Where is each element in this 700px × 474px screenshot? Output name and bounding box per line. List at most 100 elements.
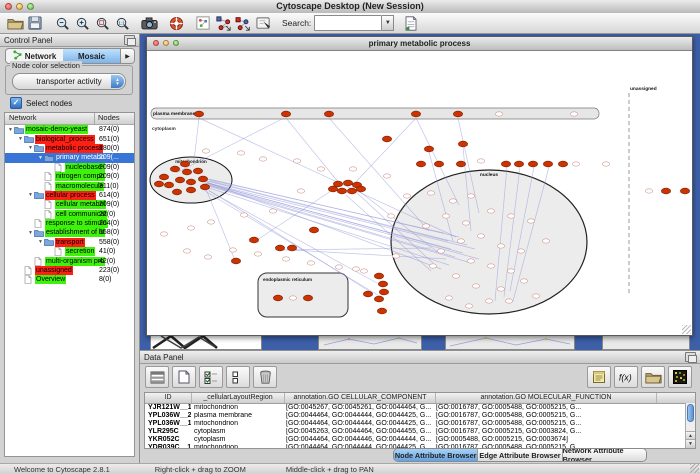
zoom-out-icon[interactable] bbox=[52, 14, 72, 33]
expand-arrow-icon[interactable]: ▼ bbox=[27, 145, 34, 151]
network-node[interactable] bbox=[487, 264, 494, 268]
tree-row[interactable]: ▼primary metabo209(... bbox=[5, 153, 134, 162]
background-window-fragment[interactable] bbox=[445, 334, 575, 350]
grid-icon[interactable] bbox=[145, 366, 169, 388]
tree-row[interactable]: ▼metabolic process280(0) bbox=[5, 144, 134, 153]
background-window-fragment[interactable] bbox=[602, 334, 690, 350]
tree-row[interactable]: response to stimulu264(0) bbox=[5, 219, 134, 228]
network-node[interactable] bbox=[422, 224, 429, 228]
table-row[interactable]: YPL036W__1mitochondrion[GO:0044464, GO:0… bbox=[145, 420, 695, 428]
scrollbar-thumb[interactable] bbox=[687, 404, 694, 422]
network-node[interactable] bbox=[505, 299, 512, 303]
network-node[interactable] bbox=[429, 264, 436, 268]
camera-icon[interactable] bbox=[139, 14, 159, 33]
column-header[interactable]: annotation.GO CELLULAR_COMPONENT bbox=[285, 393, 436, 403]
new-document-icon[interactable] bbox=[172, 366, 196, 388]
float-panel-icon[interactable] bbox=[124, 35, 135, 45]
network-node-selected[interactable] bbox=[281, 111, 290, 117]
region-plasma-membrane[interactable] bbox=[151, 108, 599, 119]
network-node-selected[interactable] bbox=[182, 169, 191, 175]
table-row[interactable]: YLR295Ccytoplasm[GO:0045263, GO:0044464,… bbox=[145, 428, 695, 436]
search-input[interactable] bbox=[314, 15, 382, 31]
network-node[interactable] bbox=[472, 284, 479, 288]
region-nucleus[interactable] bbox=[391, 170, 587, 314]
network-node-selected[interactable] bbox=[680, 188, 689, 194]
network-node[interactable] bbox=[542, 239, 549, 243]
network-node-selected[interactable] bbox=[170, 166, 179, 172]
tree-row[interactable]: macromolecule311(0) bbox=[5, 181, 134, 190]
network-node[interactable] bbox=[317, 167, 324, 171]
open-folder-icon[interactable] bbox=[641, 366, 665, 388]
network-node-selected[interactable] bbox=[275, 245, 284, 251]
network-node[interactable] bbox=[437, 249, 444, 253]
network-node-selected[interactable] bbox=[661, 188, 670, 194]
tree-row[interactable]: multi-organism pro42(0) bbox=[5, 256, 134, 265]
tree-row[interactable]: ▼cellular process614(0) bbox=[5, 191, 134, 200]
background-window-fragment[interactable] bbox=[150, 334, 262, 350]
network-edge[interactable] bbox=[286, 118, 339, 183]
window-resize-grip[interactable] bbox=[682, 325, 691, 334]
tree-row[interactable]: ▼transport558(0) bbox=[5, 238, 134, 247]
select-nodes-checkbox[interactable]: ✓ bbox=[10, 97, 22, 109]
network-node[interactable] bbox=[572, 162, 579, 166]
expand-arrow-icon[interactable]: ▼ bbox=[27, 230, 34, 236]
network-layout-alt-icon[interactable] bbox=[233, 14, 253, 33]
network-node-selected[interactable] bbox=[356, 186, 365, 192]
network-node-selected[interactable] bbox=[333, 181, 342, 187]
trash-icon[interactable] bbox=[253, 366, 277, 388]
tree-row[interactable]: unassigned223(0) bbox=[5, 266, 134, 275]
network-edge[interactable] bbox=[176, 118, 284, 173]
network-node-selected[interactable] bbox=[377, 308, 386, 314]
network-node-selected[interactable] bbox=[309, 227, 318, 233]
network-node[interactable] bbox=[282, 257, 289, 261]
tree-row[interactable]: ▼establishment of lo558(0) bbox=[5, 228, 134, 237]
network-node-selected[interactable] bbox=[324, 111, 333, 117]
network-node[interactable] bbox=[507, 269, 514, 273]
network-node-selected[interactable] bbox=[193, 168, 202, 174]
network-layout-icon[interactable] bbox=[213, 14, 233, 33]
network-node[interactable] bbox=[207, 220, 214, 224]
network-node[interactable] bbox=[497, 287, 504, 291]
network-node[interactable] bbox=[570, 112, 577, 116]
network-node-selected[interactable] bbox=[186, 179, 195, 185]
network-node[interactable] bbox=[202, 149, 209, 153]
network-node[interactable] bbox=[229, 248, 236, 252]
network-node-selected[interactable] bbox=[337, 188, 346, 194]
table-row[interactable]: YPL036W__2plasma membrane[GO:0044464, GO… bbox=[145, 412, 695, 420]
network-node-selected[interactable] bbox=[175, 177, 184, 183]
network-node-selected[interactable] bbox=[456, 161, 465, 167]
tree-row[interactable]: nucleobase-209(0) bbox=[5, 163, 134, 172]
network-edge[interactable] bbox=[194, 118, 199, 161]
network-node-selected[interactable] bbox=[194, 111, 203, 117]
tree-row[interactable]: cell communicat22(0) bbox=[5, 210, 134, 219]
tree-row[interactable]: secretion41(0) bbox=[5, 247, 134, 256]
tree-row[interactable]: cellular metabol209(0) bbox=[5, 200, 134, 209]
network-node[interactable] bbox=[527, 219, 534, 223]
network-node[interactable] bbox=[183, 249, 190, 253]
zoom-fit-icon[interactable]: 1:1 bbox=[112, 14, 132, 33]
network-node[interactable] bbox=[160, 232, 167, 236]
annotation-select-icon[interactable] bbox=[253, 14, 273, 33]
network-node-selected[interactable] bbox=[287, 245, 296, 251]
network-node-selected[interactable] bbox=[434, 161, 443, 167]
more-tabs-arrow-icon[interactable]: ▶ bbox=[120, 49, 134, 63]
network-edge[interactable] bbox=[209, 191, 377, 283]
network-node-selected[interactable] bbox=[411, 111, 420, 117]
function-icon[interactable]: f(x) bbox=[614, 366, 638, 388]
network-node[interactable] bbox=[457, 239, 464, 243]
table-scrollbar[interactable]: ▲ ▼ bbox=[685, 403, 695, 448]
matrix-icon[interactable] bbox=[668, 366, 692, 388]
network-node-selected[interactable] bbox=[501, 161, 510, 167]
expand-arrow-icon[interactable]: ▼ bbox=[17, 136, 24, 142]
background-window-fragment[interactable] bbox=[318, 334, 422, 350]
network-node-selected[interactable] bbox=[558, 161, 567, 167]
network-node-selected[interactable] bbox=[273, 295, 282, 301]
network-node-selected[interactable] bbox=[164, 182, 173, 188]
tab-network-attribute-browser[interactable]: Network Attribute Browser bbox=[562, 449, 646, 461]
network-node-selected[interactable] bbox=[458, 141, 467, 147]
network-node[interactable] bbox=[445, 296, 452, 300]
network-node[interactable] bbox=[289, 296, 296, 300]
node-color-dropdown[interactable]: transporter activity ▲▼ bbox=[12, 73, 126, 90]
expand-arrow-icon[interactable]: ▼ bbox=[37, 239, 44, 245]
column-header[interactable]: _cellularLayoutRegion bbox=[192, 393, 285, 403]
